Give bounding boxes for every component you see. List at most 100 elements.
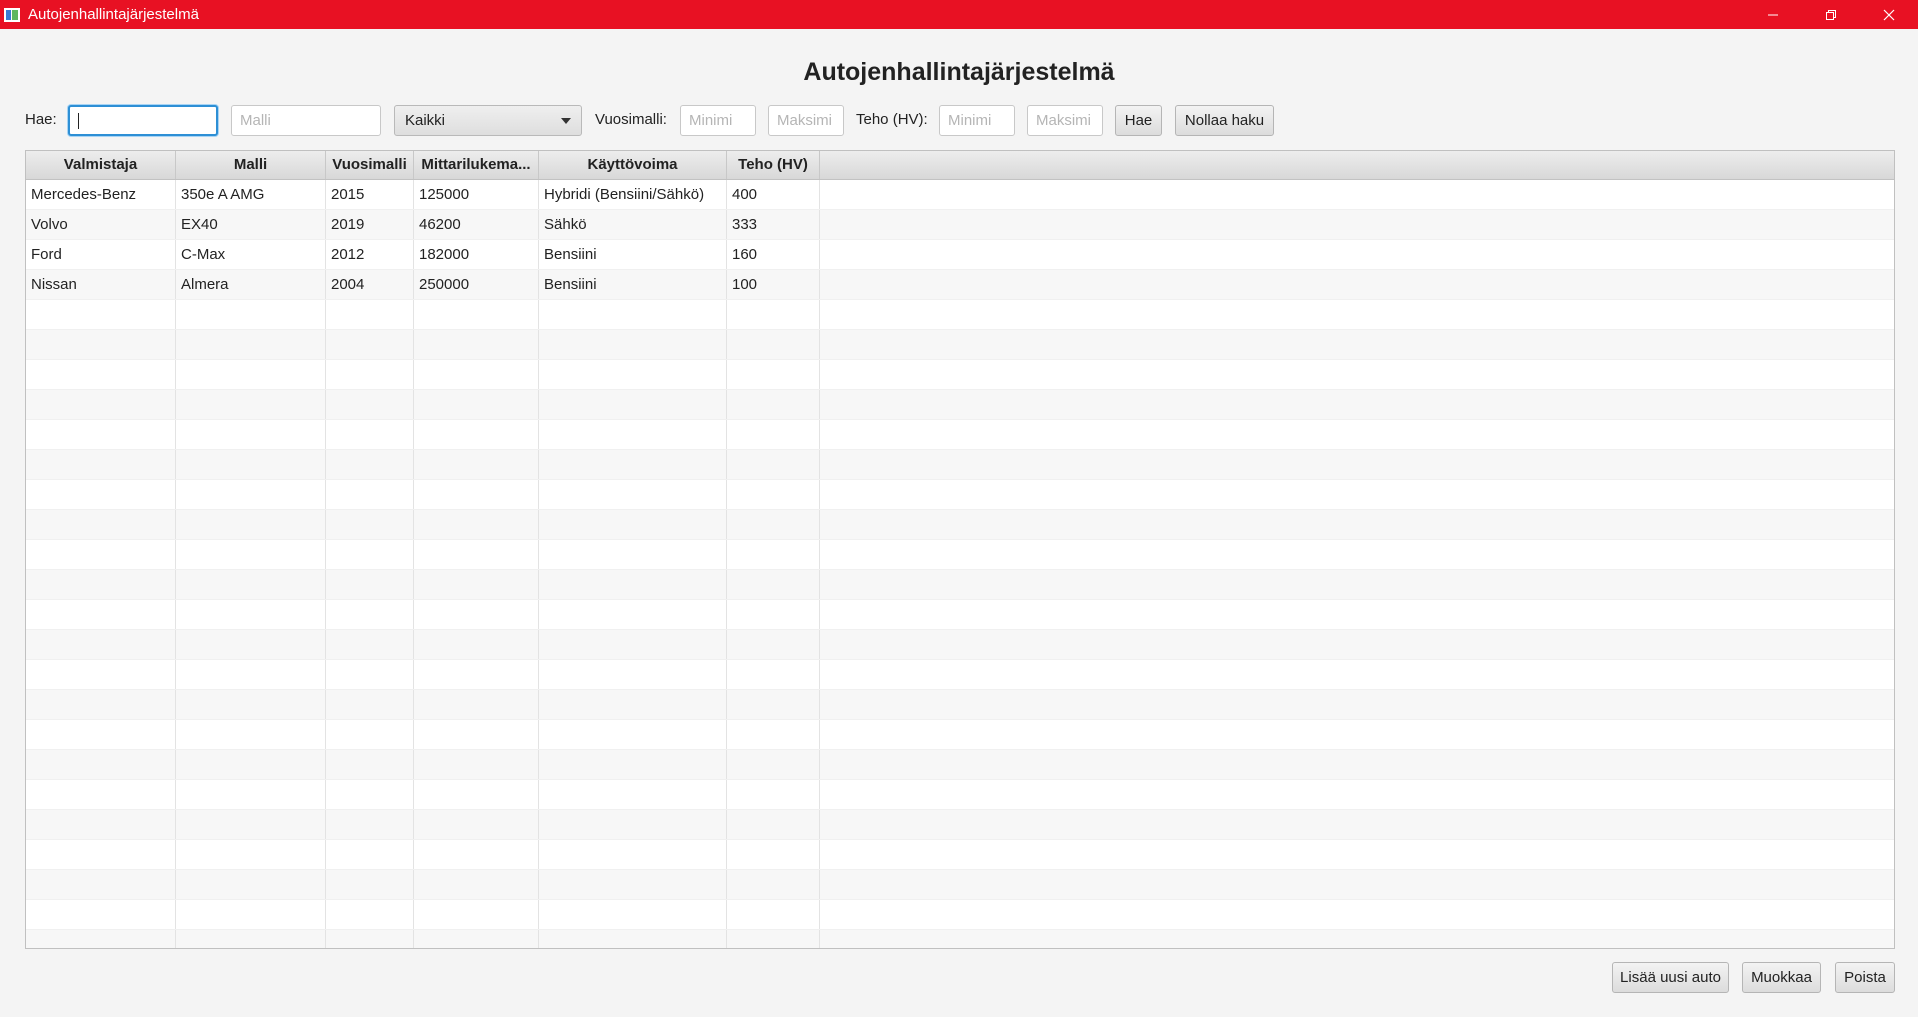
- close-icon[interactable]: [1860, 0, 1918, 29]
- empty-cell: [539, 390, 727, 419]
- search-button[interactable]: Hae: [1115, 105, 1162, 136]
- empty-cell: [727, 420, 820, 449]
- cell-power: 160: [727, 240, 820, 269]
- empty-table-row: [26, 360, 1894, 390]
- window-controls: [1744, 0, 1918, 29]
- column-header-year[interactable]: Vuosimalli: [326, 151, 414, 179]
- empty-cell: [539, 300, 727, 329]
- empty-cell: [326, 510, 414, 539]
- empty-cell: [727, 570, 820, 599]
- empty-table-row: [26, 630, 1894, 660]
- empty-cell: [414, 870, 539, 899]
- empty-cell: [820, 630, 1894, 659]
- empty-cell: [539, 450, 727, 479]
- empty-cell: [326, 600, 414, 629]
- empty-cell: [539, 330, 727, 359]
- table-row[interactable]: Ford C-Max 2012 182000 Bensiini 160: [26, 240, 1894, 270]
- empty-cell: [727, 720, 820, 749]
- column-header-power[interactable]: Teho (HV): [727, 151, 820, 179]
- power-label: Teho (HV):: [856, 111, 928, 128]
- empty-cell: [414, 390, 539, 419]
- empty-cell: [727, 840, 820, 869]
- table-row[interactable]: Nissan Almera 2004 250000 Bensiini 100: [26, 270, 1894, 300]
- empty-cell: [727, 630, 820, 659]
- empty-table-row: [26, 300, 1894, 330]
- cell-mileage: 182000: [414, 240, 539, 269]
- table-row[interactable]: Mercedes-Benz 350e A AMG 2015 125000 Hybridi…: [26, 180, 1894, 210]
- power-min-input[interactable]: [939, 105, 1015, 136]
- fuel-type-select[interactable]: Kaikki: [394, 105, 582, 136]
- empty-cell: [414, 600, 539, 629]
- empty-table-row: [26, 780, 1894, 810]
- empty-cell: [820, 600, 1894, 629]
- empty-cell: [539, 540, 727, 569]
- empty-cell: [414, 840, 539, 869]
- empty-table-row: [26, 750, 1894, 780]
- empty-cell: [176, 930, 326, 948]
- column-header-mileage[interactable]: Mittarilukema...: [414, 151, 539, 179]
- power-max-input[interactable]: [1027, 105, 1103, 136]
- empty-cell: [820, 180, 1894, 209]
- empty-cell: [414, 660, 539, 689]
- search-input[interactable]: [68, 105, 218, 136]
- empty-table-row: [26, 810, 1894, 840]
- empty-cell: [26, 600, 176, 629]
- table-row[interactable]: Volvo EX40 2019 46200 Sähkö 333: [26, 210, 1894, 240]
- empty-cell: [727, 300, 820, 329]
- empty-cell: [539, 930, 727, 948]
- fuel-type-selected: Kaikki: [405, 112, 446, 129]
- minimize-icon[interactable]: [1744, 0, 1802, 29]
- search-bar: Hae: Kaikki Vuosimalli: Teho (HV): Hae N…: [0, 104, 1918, 136]
- empty-cell: [26, 390, 176, 419]
- add-car-button[interactable]: Lisää uusi auto: [1612, 962, 1729, 993]
- empty-cell: [820, 330, 1894, 359]
- empty-cell: [414, 540, 539, 569]
- empty-cell: [414, 480, 539, 509]
- delete-button[interactable]: Poista: [1835, 962, 1895, 993]
- empty-cell: [326, 720, 414, 749]
- empty-cell: [727, 660, 820, 689]
- cell-power: 333: [727, 210, 820, 239]
- empty-cell: [727, 810, 820, 839]
- empty-cell: [727, 360, 820, 389]
- empty-cell: [414, 690, 539, 719]
- empty-cell: [820, 450, 1894, 479]
- model-input[interactable]: [231, 105, 381, 136]
- search-label: Hae:: [25, 111, 57, 128]
- empty-cell: [539, 780, 727, 809]
- empty-cell: [26, 420, 176, 449]
- empty-cell: [539, 660, 727, 689]
- empty-table-row: [26, 930, 1894, 948]
- cell-model: Almera: [176, 270, 326, 299]
- empty-cell: [539, 690, 727, 719]
- empty-cell: [727, 900, 820, 929]
- empty-cell: [820, 570, 1894, 599]
- empty-cell: [820, 900, 1894, 929]
- empty-cell: [539, 870, 727, 899]
- restore-icon[interactable]: [1802, 0, 1860, 29]
- empty-cell: [26, 450, 176, 479]
- empty-cell: [414, 330, 539, 359]
- cell-year: 2012: [326, 240, 414, 269]
- empty-cell: [326, 840, 414, 869]
- empty-cell: [176, 720, 326, 749]
- empty-table-row: [26, 390, 1894, 420]
- column-header-manufacturer[interactable]: Valmistaja: [26, 151, 176, 179]
- empty-cell: [820, 540, 1894, 569]
- empty-cell: [26, 480, 176, 509]
- column-header-fuel[interactable]: Käyttövoima: [539, 151, 727, 179]
- column-header-model[interactable]: Malli: [176, 151, 326, 179]
- empty-cell: [326, 660, 414, 689]
- empty-cell: [727, 510, 820, 539]
- empty-cell: [326, 810, 414, 839]
- empty-cell: [326, 480, 414, 509]
- empty-cell: [727, 750, 820, 779]
- year-min-input[interactable]: [680, 105, 756, 136]
- year-max-input[interactable]: [768, 105, 844, 136]
- edit-button[interactable]: Muokkaa: [1742, 962, 1821, 993]
- empty-cell: [176, 390, 326, 419]
- reset-search-button[interactable]: Nollaa haku: [1175, 105, 1274, 136]
- cell-mileage: 125000: [414, 180, 539, 209]
- empty-cell: [326, 930, 414, 948]
- empty-cell: [539, 720, 727, 749]
